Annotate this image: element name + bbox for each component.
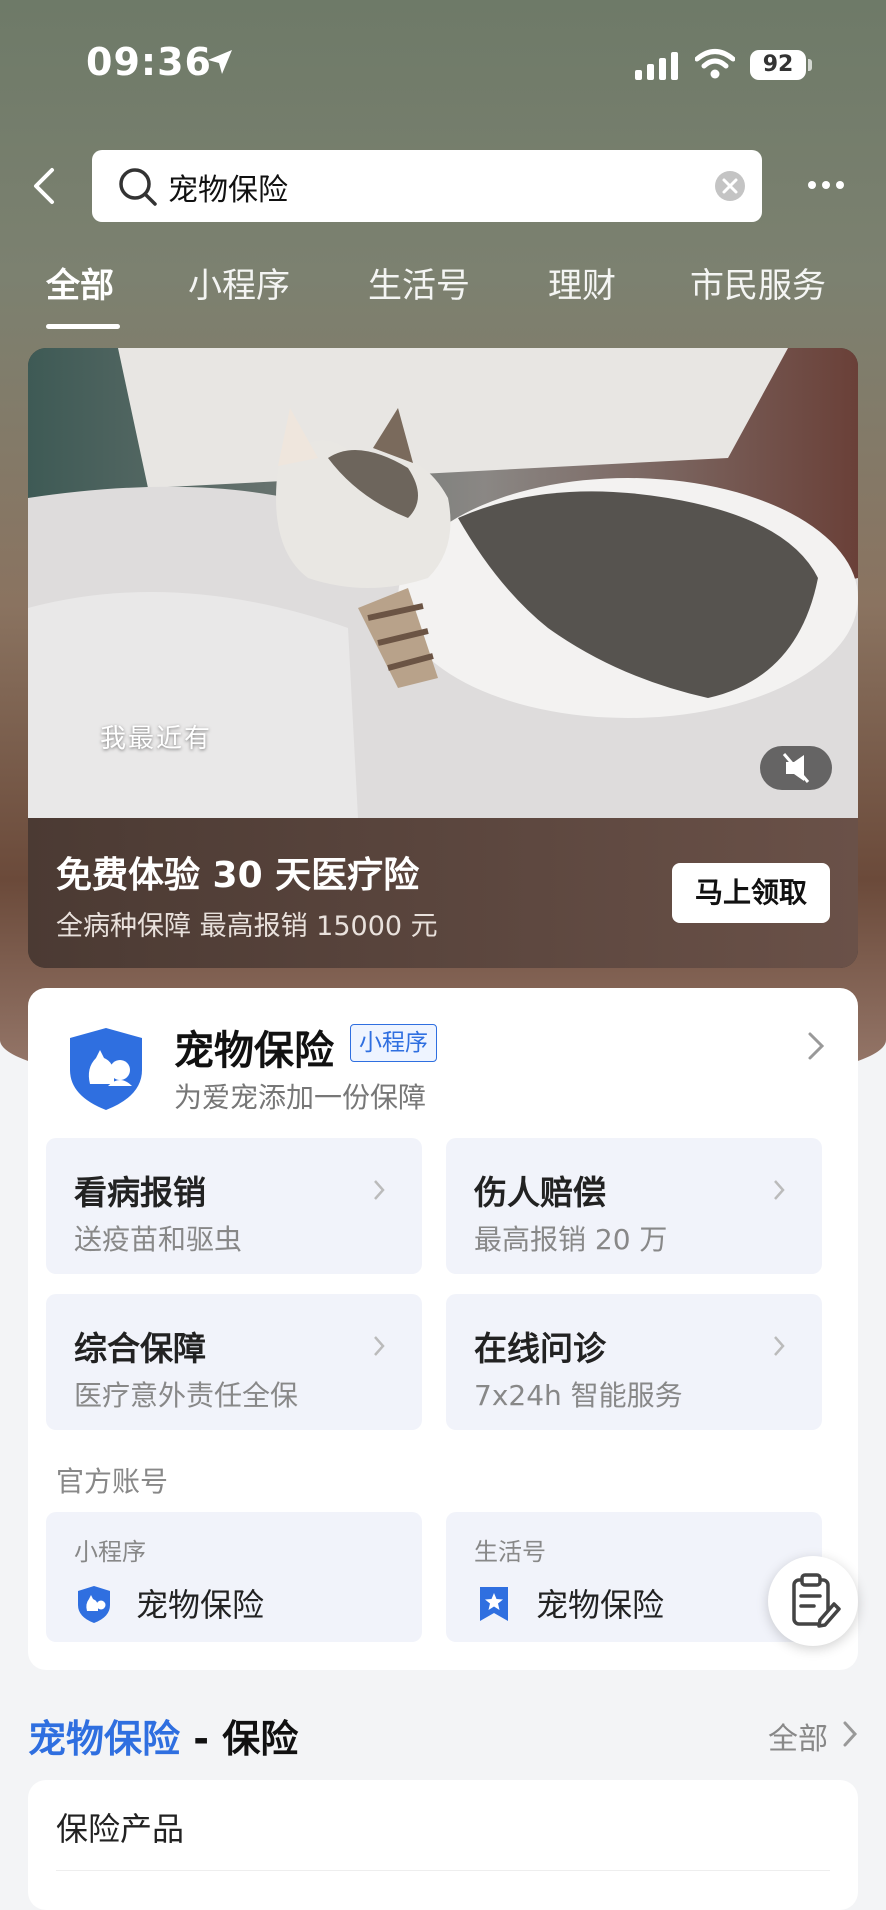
status-bar: 09:36 92 — [0, 0, 886, 130]
tab-mini-programs[interactable]: 小程序 — [188, 258, 290, 307]
active-tab-indicator — [46, 324, 120, 329]
feature-subtitle: 送疫苗和驱虫 — [74, 1223, 243, 1256]
feature-title: 综合保障 — [74, 1329, 206, 1368]
official-account-life[interactable]: 生活号 宠物保险 — [446, 1512, 822, 1642]
status-time: 09:36 — [86, 40, 212, 84]
feature-subtitle: 最高报销 20 万 — [474, 1223, 668, 1256]
feature-title: 看病报销 — [74, 1173, 206, 1212]
cellular-signal-icon — [635, 52, 678, 80]
account-type: 小程序 — [74, 1538, 146, 1566]
location-arrow-icon — [208, 50, 232, 74]
section-title: - 保险 — [180, 1717, 299, 1761]
search-icon — [119, 168, 157, 206]
promo-title: 免费体验 30 天医疗险 — [56, 855, 420, 896]
category-tabs: 全部 小程序 生活号 理财 市民服务 — [0, 258, 886, 338]
claim-button[interactable]: 马上领取 — [672, 863, 830, 923]
feature-subtitle: 医疗意外责任全保 — [74, 1379, 299, 1412]
account-name: 宠物保险 — [136, 1586, 265, 1624]
chevron-right-icon — [374, 1336, 385, 1356]
clear-icon[interactable] — [714, 170, 746, 202]
tab-citizen-services[interactable]: 市民服务 — [690, 258, 826, 307]
chevron-right-icon[interactable] — [806, 1030, 826, 1062]
view-all-link[interactable]: 全部 — [768, 1714, 828, 1758]
chevron-right-icon[interactable] — [842, 1720, 858, 1748]
mute-icon — [782, 753, 810, 783]
insurance-products-card: 保险产品 — [28, 1780, 858, 1910]
account-type: 生活号 — [474, 1538, 546, 1566]
chevron-right-icon — [774, 1336, 785, 1356]
official-account-mini-program[interactable]: 小程序 宠物保险 — [46, 1512, 422, 1642]
search-query: 宠物保险 — [168, 173, 288, 208]
feature-subtitle: 7x24h 智能服务 — [474, 1379, 683, 1412]
mute-button[interactable] — [760, 746, 832, 790]
tab-life-accounts[interactable]: 生活号 — [368, 258, 470, 307]
clipboard-edit-icon — [792, 1573, 841, 1628]
wifi-icon — [695, 49, 735, 79]
more-options-icon[interactable] — [806, 178, 846, 192]
insurance-products-title[interactable]: 保险产品 — [56, 1804, 184, 1850]
chevron-right-icon — [374, 1180, 385, 1200]
pet-insurance-logo-icon[interactable] — [62, 1024, 150, 1112]
official-accounts-label: 官方账号 — [56, 1465, 169, 1498]
promo-info: 免费体验 30 天医疗险 全病种保障 最高报销 15000 元 马上领取 — [28, 818, 858, 968]
tab-all[interactable]: 全部 — [46, 258, 114, 307]
account-name: 宠物保险 — [536, 1586, 665, 1624]
back-arrow-icon[interactable] — [28, 166, 58, 206]
promo-subtitle: 全病种保障 最高报销 15000 元 — [56, 911, 438, 942]
pet-insurance-logo-icon — [78, 1586, 110, 1623]
feature-injury-compensation[interactable]: 伤人赔偿 最高报销 20 万 — [446, 1138, 822, 1274]
feature-title: 在线问诊 — [474, 1329, 606, 1368]
search-input[interactable]: 宠物保险 — [92, 150, 762, 222]
search-row: 宠物保险 — [0, 148, 886, 224]
video-caption: 我最近有 — [100, 724, 213, 754]
battery-indicator: 92 — [750, 50, 806, 80]
chevron-right-icon — [774, 1180, 785, 1200]
feature-online-consultation[interactable]: 在线问诊 7x24h 智能服务 — [446, 1294, 822, 1430]
app-name[interactable]: 宠物保险 — [174, 1018, 334, 1076]
promo-banner[interactable]: 我最近有 免费体验 30 天医疗险 全病种保障 最高报销 15000 元 马上领… — [28, 348, 858, 968]
battery-tip — [808, 59, 812, 71]
bookmark-star-icon — [480, 1587, 508, 1621]
mini-program-tag: 小程序 — [350, 1024, 437, 1062]
divider — [56, 1870, 830, 1871]
section-header: 宠物保险 - 保险 全部 — [28, 1708, 858, 1768]
feature-comprehensive-coverage[interactable]: 综合保障 医疗意外责任全保 — [46, 1294, 422, 1430]
tab-finance[interactable]: 理财 — [548, 258, 616, 307]
mini-program-card: 宠物保险 小程序 为爱宠添加一份保障 看病报销 送疫苗和驱虫 伤人赔偿 最高报销… — [28, 988, 858, 1670]
app-description: 为爱宠添加一份保障 — [174, 1081, 427, 1114]
feature-title: 伤人赔偿 — [474, 1173, 606, 1212]
feature-vet-reimbursement[interactable]: 看病报销 送疫苗和驱虫 — [46, 1138, 422, 1274]
section-title-highlight: 宠物保险 — [28, 1717, 181, 1761]
floating-clipboard-button[interactable] — [768, 1556, 858, 1646]
